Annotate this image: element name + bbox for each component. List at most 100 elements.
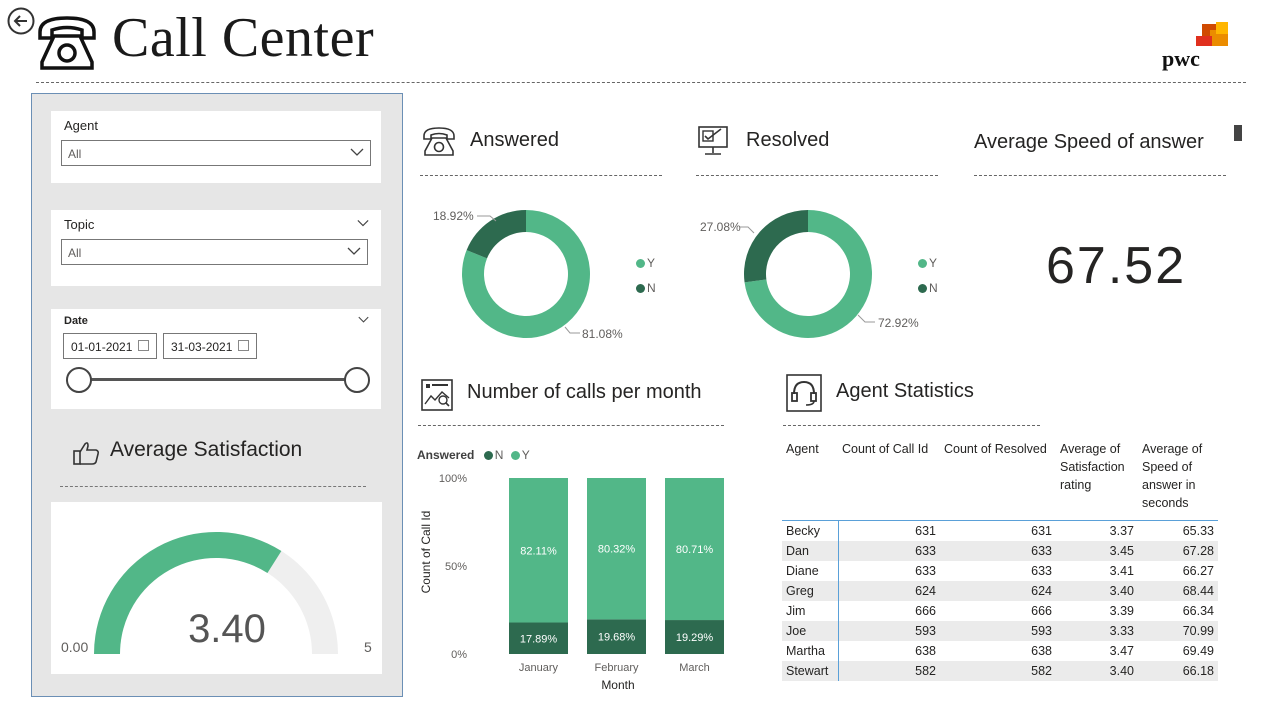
data-label-n: 19.29% xyxy=(676,632,714,644)
cell-speed: 67.28 xyxy=(1182,543,1214,558)
donut-slice-N[interactable] xyxy=(466,210,526,259)
cell-resolved: 638 xyxy=(1031,643,1052,658)
table-row[interactable]: Dan 633 633 3.45 67.28 xyxy=(782,540,1218,561)
agent-dropdown[interactable]: All xyxy=(61,140,371,166)
agent-slicer-label: Agent xyxy=(64,118,98,133)
answered-y-leader xyxy=(564,326,580,334)
table-row[interactable]: Joe 593 593 3.33 70.99 xyxy=(782,620,1218,641)
topic-slicer: Topic All xyxy=(51,210,381,286)
satisfaction-divider xyxy=(60,486,366,487)
date-slicer: Date 01-01-2021 31-03-2021 xyxy=(51,309,381,409)
answered-y-label: 81.08% xyxy=(582,327,623,341)
page-title: Call Center xyxy=(112,7,375,69)
start-date-value: 01-01-2021 xyxy=(71,340,133,354)
telephone-icon xyxy=(38,16,96,70)
agent-dropdown-value: All xyxy=(68,147,82,161)
y-tick-50: 50% xyxy=(445,561,467,573)
chevron-down-icon[interactable] xyxy=(357,217,369,229)
legend-dot xyxy=(636,284,645,293)
calls-chart-legend: Answered N Y xyxy=(417,448,530,462)
cell-agent: Dan xyxy=(782,540,839,561)
cell-resolved: 633 xyxy=(1031,543,1052,558)
cell-resolved: 624 xyxy=(1031,583,1052,598)
cell-speed: 69.49 xyxy=(1182,643,1214,658)
resolved-y-label: 72.92% xyxy=(878,316,919,330)
x-axis-label: Month xyxy=(601,678,634,692)
answered-legend-y[interactable]: Y xyxy=(636,256,655,270)
gauge-min: 0.00 xyxy=(61,639,88,655)
cell-agent: Stewart xyxy=(782,660,839,681)
cell-resolved: 631 xyxy=(1031,523,1052,538)
start-date-input[interactable]: 01-01-2021 xyxy=(63,333,157,359)
date-slider-track[interactable] xyxy=(79,378,357,381)
filter-panel: Agent All Topic All Date 01-01-2021 31-0… xyxy=(31,93,403,697)
monitor-check-icon xyxy=(698,126,728,155)
legend-label: N xyxy=(929,281,938,295)
calls-per-month-chart: Count of Call Id Month 100% 50% 0% 17.89… xyxy=(419,473,724,692)
cell-calls: 593 xyxy=(915,623,936,638)
data-label-n: 17.89% xyxy=(520,633,558,645)
column-header[interactable]: Count of Resolved xyxy=(940,440,1056,520)
answered-donut-chart: 18.92% 81.08% xyxy=(433,209,623,341)
topic-slicer-label: Topic xyxy=(64,217,95,232)
resolved-legend-n[interactable]: N xyxy=(918,281,938,295)
cell-speed: 66.18 xyxy=(1182,663,1214,678)
cell-resolved: 633 xyxy=(1031,563,1052,578)
resolved-title: Resolved xyxy=(746,129,830,151)
table-row[interactable]: Becky 631 631 3.37 65.33 xyxy=(782,520,1218,541)
answered-title: Answered xyxy=(470,129,559,151)
table-row[interactable]: Martha 638 638 3.47 69.49 xyxy=(782,640,1218,661)
agent-statistics-table: Agent Count of Call Id Count of Resolved… xyxy=(782,440,1218,681)
date-slider-start-handle[interactable] xyxy=(66,367,92,393)
cell-speed: 65.33 xyxy=(1182,523,1214,538)
column-header[interactable]: Average of Satisfaction rating xyxy=(1056,440,1138,520)
back-arrow-icon[interactable] xyxy=(6,6,36,36)
legend-dot xyxy=(636,259,645,268)
visual-scroll-marker[interactable] xyxy=(1234,125,1242,141)
topic-dropdown[interactable]: All xyxy=(61,239,368,265)
x-tick-label: March xyxy=(679,662,710,674)
end-date-input[interactable]: 31-03-2021 xyxy=(163,333,257,359)
table-row[interactable]: Stewart 582 582 3.40 66.18 xyxy=(782,660,1218,681)
table-row[interactable]: Diane 633 633 3.41 66.27 xyxy=(782,560,1218,581)
agent-stats-divider xyxy=(783,425,1040,426)
cell-satisfaction: 3.40 xyxy=(1109,663,1134,678)
resolved-n-leader xyxy=(740,226,755,234)
cell-speed: 68.44 xyxy=(1182,583,1214,598)
chevron-down-icon[interactable] xyxy=(358,314,369,325)
calendar-icon[interactable] xyxy=(138,340,149,351)
column-header[interactable]: Count of Call Id xyxy=(838,440,940,520)
table-row[interactable]: Jim 666 666 3.39 66.34 xyxy=(782,600,1218,621)
calendar-icon[interactable] xyxy=(238,340,249,351)
legend-item-y[interactable]: Y xyxy=(510,448,530,462)
resolved-legend-y[interactable]: Y xyxy=(918,256,937,270)
answered-legend-n[interactable]: N xyxy=(636,281,656,295)
cell-satisfaction: 3.39 xyxy=(1109,603,1134,618)
resolved-donut-chart: 27.08% 72.92% xyxy=(700,210,919,338)
x-tick-label: February xyxy=(594,662,639,674)
cell-calls: 666 xyxy=(915,603,936,618)
chevron-down-icon xyxy=(350,148,364,156)
avg-speed-title: Average Speed of answer xyxy=(974,131,1204,153)
legend-item-n[interactable]: N xyxy=(483,448,503,462)
cell-agent: Becky xyxy=(782,520,839,541)
legend-title: Answered xyxy=(417,448,475,462)
data-label-y: 80.32% xyxy=(598,544,636,556)
date-slider-end-handle[interactable] xyxy=(344,367,370,393)
data-label-n: 19.68% xyxy=(598,632,636,644)
pwc-wordmark: pwc xyxy=(1162,46,1200,71)
agent-stats-title: Agent Statistics xyxy=(836,380,974,402)
telephone-icon xyxy=(423,127,455,156)
avg-speed-divider xyxy=(974,175,1226,176)
resolved-n-label: 27.08% xyxy=(700,220,741,234)
legend-label: Y xyxy=(647,256,656,270)
cell-calls: 582 xyxy=(915,663,936,678)
table-row[interactable]: Greg 624 624 3.40 68.44 xyxy=(782,580,1218,601)
column-header[interactable]: Average of Speed of answer in seconds xyxy=(1138,440,1218,520)
column-header[interactable]: Agent xyxy=(782,440,838,520)
data-label-y: 82.11% xyxy=(520,545,557,557)
cell-agent: Joe xyxy=(782,620,839,641)
chart-report-icon xyxy=(421,379,453,411)
donut-slice-N[interactable] xyxy=(744,210,808,283)
agent-slicer: Agent All xyxy=(51,111,381,183)
